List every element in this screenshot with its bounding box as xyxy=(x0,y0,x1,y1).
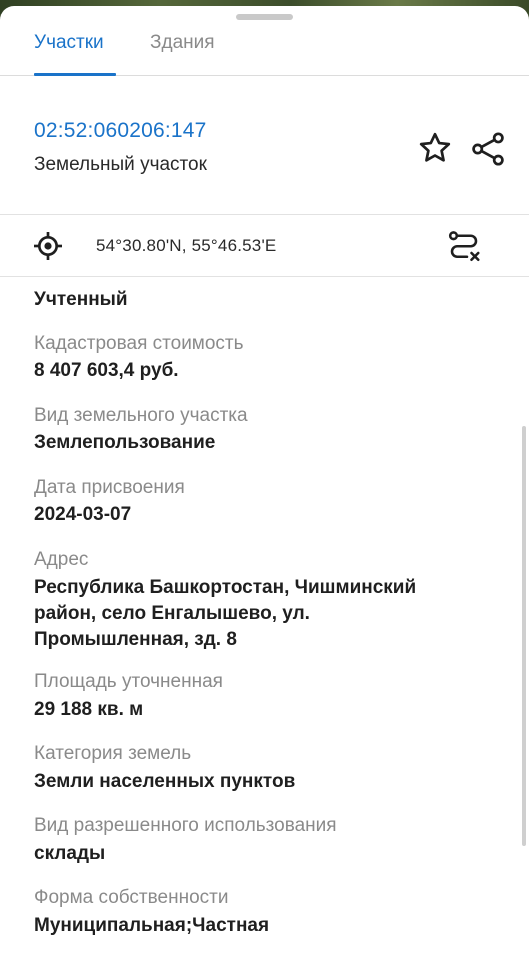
drag-handle[interactable] xyxy=(236,14,293,20)
star-icon xyxy=(419,132,451,162)
tab-buildings[interactable]: Здания xyxy=(150,32,215,54)
land-kind-value: Землепользование xyxy=(34,432,216,453)
favorite-button[interactable] xyxy=(417,130,453,166)
area-label: Площадь уточненная xyxy=(34,671,223,692)
route-button[interactable] xyxy=(446,229,482,265)
coordinates-text[interactable]: 54°30.80'N, 55°46.53'E xyxy=(96,236,276,256)
address-label: Адрес xyxy=(34,549,89,570)
tab-bar: Участки Здания xyxy=(0,24,529,76)
ownership-form-value: Муниципальная;Частная xyxy=(34,915,270,936)
locate-icon xyxy=(34,232,62,260)
share-button[interactable] xyxy=(469,130,507,168)
area-value: 29 188 кв. м xyxy=(34,699,144,720)
registration-status: Учтенный xyxy=(34,289,128,310)
ownership-form-label: Форма собственности xyxy=(34,887,229,908)
route-icon xyxy=(448,231,480,262)
object-type: Земельный участок xyxy=(34,154,207,175)
parcel-info-sheet: Участки Здания 02:52:060206:147 Земельны… xyxy=(0,6,529,960)
cadastral-value: 8 407 603,4 руб. xyxy=(34,360,179,381)
cadastral-number[interactable]: 02:52:060206:147 xyxy=(34,119,207,143)
address-line-1: Республика Башкортостан, Чишминский xyxy=(34,577,417,598)
scrollbar[interactable] xyxy=(522,426,526,846)
permitted-use-label: Вид разрешенного использования xyxy=(34,815,337,836)
address-line-2: район, село Енгалышево, ул. xyxy=(34,603,310,624)
parcel-header: 02:52:060206:147 Земельный участок xyxy=(0,76,529,215)
share-icon xyxy=(472,132,504,166)
land-kind-label: Вид земельного участка xyxy=(34,405,248,426)
address-line-3: Промышленная, зд. 8 xyxy=(34,629,237,650)
permitted-use-value: склады xyxy=(34,843,106,864)
assignment-date-label: Дата присвоения xyxy=(34,477,185,498)
tab-parcels[interactable]: Участки xyxy=(34,32,104,54)
assignment-date-value: 2024-03-07 xyxy=(34,504,132,525)
locate-button[interactable] xyxy=(32,230,64,262)
cadastral-value-label: Кадастровая стоимость xyxy=(34,333,244,354)
coordinates-bar: 54°30.80'N, 55°46.53'E xyxy=(0,215,529,277)
land-category-value: Земли населенных пунктов xyxy=(34,771,296,792)
land-category-label: Категория земель xyxy=(34,743,192,764)
